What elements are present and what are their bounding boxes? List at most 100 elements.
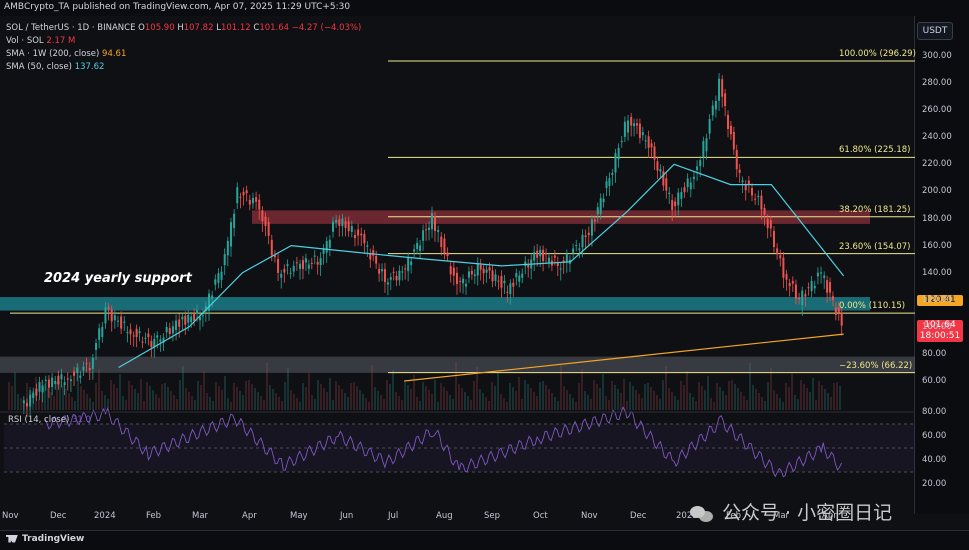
candle-body [575, 245, 578, 247]
volume-bar [599, 388, 601, 410]
rsi-value: 31.0 [71, 415, 91, 425]
candle-body [650, 143, 653, 148]
volume-bar [416, 397, 418, 410]
rsi-tick-label: 20.00 [922, 479, 947, 489]
volume-bar [20, 398, 22, 410]
volume-bar [530, 388, 532, 410]
volume-bar [542, 381, 544, 410]
volume-bar [380, 395, 382, 410]
volume-bar [602, 374, 604, 410]
price-tick-label: 80.00 [922, 348, 947, 359]
rsi-legend[interactable]: RSI (14, close) 31.0 [8, 415, 91, 425]
volume-bar [770, 368, 772, 410]
volume-bar [734, 384, 736, 410]
candle-body [220, 271, 223, 280]
candle-body [51, 377, 54, 387]
candle-body [831, 296, 834, 301]
volume-bar [434, 380, 436, 410]
volume-bar [188, 392, 190, 410]
volume-bar [545, 385, 547, 410]
volume-bar [356, 386, 358, 410]
candle-body [138, 331, 141, 334]
candle-body [22, 400, 25, 404]
candle-body [110, 309, 113, 322]
candle-body [653, 146, 656, 160]
candle-body [301, 260, 304, 269]
candle-body [721, 79, 724, 97]
volume-bar [212, 401, 214, 410]
candle-body [829, 282, 832, 293]
candle-body [236, 187, 239, 204]
candle-body [605, 181, 608, 188]
volume-bar [254, 388, 256, 410]
time-tick-label: Mar [192, 511, 209, 521]
volume-bar [170, 391, 172, 410]
volume-bar [281, 401, 283, 410]
volume-bar [203, 371, 205, 410]
volume-bar [575, 402, 577, 410]
volume-bar [446, 391, 448, 410]
volume-bar [605, 396, 607, 410]
candle-body [211, 295, 214, 299]
price-tick-label: 180.00 [922, 213, 952, 224]
candle-body [813, 285, 816, 289]
volume-bar [740, 392, 742, 410]
volume-bar [572, 398, 574, 410]
sma50-row[interactable]: SMA (50, close) 137.62 [6, 61, 361, 74]
candle-body [515, 273, 518, 278]
sma200-row[interactable]: SMA · 1W (200, close) 94.61 [6, 48, 361, 61]
volume-bar [569, 394, 571, 410]
volume-bar [68, 393, 70, 410]
currency-selector[interactable]: USDT [917, 22, 953, 40]
support-annotation: 2024 yearly support [44, 271, 192, 286]
candle-body [428, 227, 431, 231]
candle-body [590, 219, 593, 236]
volume-bar [524, 380, 526, 410]
candle-body [79, 375, 82, 378]
candle-body [116, 320, 119, 322]
candle-body [178, 319, 181, 327]
candle-body [491, 270, 494, 282]
volume-bar [89, 398, 91, 410]
candle-body [798, 298, 801, 300]
candle-body [467, 271, 470, 278]
candle-body [834, 307, 837, 315]
volume-bar [410, 389, 412, 410]
candle-body [73, 371, 76, 376]
candle-body [35, 388, 38, 396]
tradingview-logo[interactable]: TradingView [6, 534, 84, 544]
candle-body [485, 269, 488, 273]
candle-body [680, 192, 683, 199]
symbol-label[interactable]: SOL / TetherUS · 1D · BINANCE [6, 23, 135, 33]
candle-body [386, 282, 389, 285]
volume-bar [794, 395, 796, 410]
candle-body [338, 219, 341, 226]
volume-bar [482, 393, 484, 410]
candle-body [107, 307, 110, 310]
candle-body [518, 275, 521, 282]
candle-body [335, 220, 338, 223]
candle-body [251, 197, 254, 204]
volume-bar [353, 382, 355, 410]
candle-body [270, 239, 273, 256]
candle-body [547, 257, 550, 263]
candle-body [410, 261, 413, 266]
volume-bar [395, 392, 397, 410]
candle-body [620, 140, 623, 143]
volume-bar [815, 400, 817, 410]
volume-bar [341, 389, 343, 410]
volume-bar [269, 385, 271, 410]
candle-body [533, 252, 536, 261]
candle-body [542, 249, 545, 262]
volume-row[interactable]: Vol · SOL 2.17 M [6, 35, 361, 48]
candle-body [425, 229, 428, 231]
volume-bar [293, 394, 295, 410]
candle-body [153, 339, 156, 347]
volume-bar [467, 396, 469, 410]
volume-bar [98, 369, 100, 410]
candle-body [479, 264, 482, 270]
candle-body [120, 316, 123, 329]
volume-bar [743, 396, 745, 410]
volume-bar [527, 384, 529, 410]
candle-body [807, 287, 810, 289]
